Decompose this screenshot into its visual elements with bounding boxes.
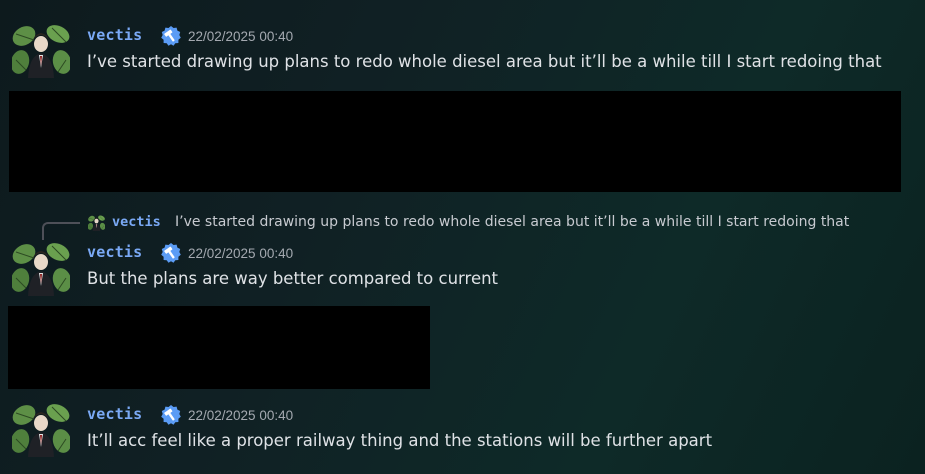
hammer-badge-icon[interactable] xyxy=(160,25,182,47)
username[interactable]: vectis xyxy=(87,26,142,44)
user-avatar[interactable] xyxy=(12,20,70,78)
redacted-embed xyxy=(9,91,901,192)
username[interactable]: vectis xyxy=(87,243,142,261)
reply-preview-text[interactable]: I’ve started drawing up plans to redo wh… xyxy=(175,214,849,230)
redacted-embed xyxy=(8,306,430,389)
user-avatar[interactable] xyxy=(12,238,70,296)
username[interactable]: vectis xyxy=(87,405,142,423)
timestamp: 22/02/2025 00:40 xyxy=(188,29,294,44)
message-text: But the plans are way better compared to… xyxy=(87,269,499,288)
timestamp: 22/02/2025 00:40 xyxy=(188,408,294,423)
reply-username[interactable]: vectis xyxy=(112,214,161,230)
timestamp: 22/02/2025 00:40 xyxy=(188,246,294,261)
reply-avatar[interactable] xyxy=(88,214,105,231)
message-text: It’ll acc feel like a proper railway thi… xyxy=(87,431,713,450)
hammer-badge-icon[interactable] xyxy=(160,242,182,264)
message-text: I’ve started drawing up plans to redo wh… xyxy=(87,52,882,71)
hammer-badge-icon[interactable] xyxy=(160,404,182,426)
user-avatar[interactable] xyxy=(12,399,70,457)
